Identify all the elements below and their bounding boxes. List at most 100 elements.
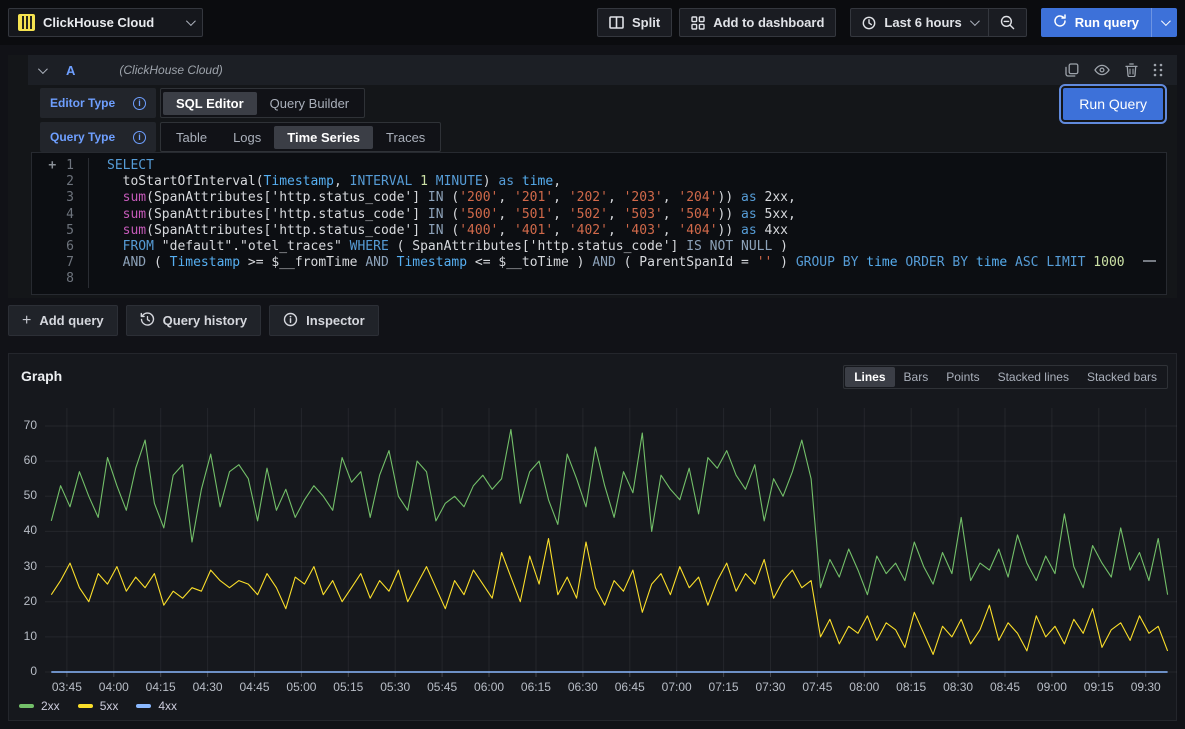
code-text [88,271,107,287]
sql-token: )) [718,207,741,222]
sql-token [514,174,522,189]
viz-mode-stacked-lines[interactable]: Stacked lines [989,367,1078,387]
line-number: 2 [32,174,88,190]
visualization-picker: LinesBarsPointsStacked linesStacked bars [843,365,1168,389]
info-icon[interactable]: i [133,97,146,110]
sync-icon [1053,14,1067,31]
sql-token: , [553,207,569,222]
sql-token: SELECT [107,158,154,173]
viz-mode-bars[interactable]: Bars [895,367,938,387]
sql-token: IN [428,207,444,222]
viz-mode-points[interactable]: Points [937,367,988,387]
expand-region-icon[interactable]: + [48,158,56,174]
sql-token: time [976,255,1007,270]
editor-type-option-query-builder[interactable]: Query Builder [257,92,362,115]
x-axis-label: 06:15 [514,680,558,694]
duplicate-query-button[interactable] [1065,63,1079,77]
sql-token: LIMIT [1046,255,1085,270]
legend-item-4xx[interactable]: 4xx [136,699,177,713]
query-type-label: Query Type i [40,122,156,152]
run-query-button[interactable]: Run query [1041,8,1151,37]
run-query-group: Run query [1041,8,1177,37]
sql-token: '400' [459,223,498,238]
query-history-button[interactable]: Query history [126,305,262,336]
code-line: 4 sum(SpanAttributes['http.status_code']… [32,207,1166,223]
sql-token: (SpanAttributes['http.status_code'] [146,223,428,238]
run-query-dropdown-button[interactable] [1151,8,1177,37]
y-axis-label: 40 [9,523,37,537]
query-type-option-time-series[interactable]: Time Series [274,126,373,149]
legend-item-2xx[interactable]: 2xx [19,699,60,713]
add-query-button[interactable]: +Add query [8,305,118,336]
viz-mode-stacked-bars[interactable]: Stacked bars [1078,367,1166,387]
code-text: FROM "default"."otel_traces" WHERE ( Spa… [88,239,788,255]
sql-token: AND [365,255,388,270]
zoom-out-button[interactable] [988,8,1027,37]
x-axis-label: 09:00 [1030,680,1074,694]
sql-editor[interactable]: +1SELECT2 toStartOfInterval(Timestamp, I… [31,152,1167,295]
sql-token: MINUTE [436,174,483,189]
inspector-button[interactable]: Inspector [269,305,379,336]
sql-token: >= $__fromTime [240,255,365,270]
split-icon [609,16,624,29]
query-type-option-traces[interactable]: Traces [373,126,438,149]
sql-token: ASC [1015,255,1038,270]
x-axis-label: 04:45 [233,680,277,694]
line-number: 8 [32,271,88,287]
legend-label: 4xx [158,699,177,713]
chevron-down-icon [1161,16,1171,26]
query-editor-panel: A (ClickHouse Cloud) Editor Type i SQL E… [8,55,1177,298]
sql-token: AND [592,255,615,270]
legend-item-5xx[interactable]: 5xx [78,699,119,713]
chevron-down-icon [186,16,196,26]
hide-query-button[interactable] [1094,63,1110,77]
add-to-dashboard-button[interactable]: Add to dashboard [679,8,836,37]
time-controls: Last 6 hours [850,8,1026,37]
sql-token: )) [718,190,741,205]
sql-token: time [866,255,897,270]
query-type-option-logs[interactable]: Logs [220,126,274,149]
sql-token [412,174,420,189]
sql-token: 4xx [757,223,788,238]
viz-mode-lines[interactable]: Lines [845,367,894,387]
x-axis-label: 04:30 [186,680,230,694]
sql-token [968,255,976,270]
panel-title: Graph [21,368,62,384]
sql-token: , [608,207,624,222]
y-axis-label: 70 [9,418,37,432]
sql-token: , [553,190,569,205]
time-series-chart[interactable] [45,400,1177,680]
sql-token: (SpanAttributes['http.status_code'] [146,207,428,222]
explore-page: ClickHouse Cloud Split Add to dashboard [0,0,1185,729]
drag-handle-icon[interactable] [1153,63,1163,77]
editor-type-option-sql-editor[interactable]: SQL Editor [163,92,257,115]
query-ref-id[interactable]: A [66,63,75,78]
sql-token: ORDER BY [905,255,968,270]
sql-token [1007,255,1015,270]
split-button[interactable]: Split [597,8,672,37]
time-picker-button[interactable]: Last 6 hours [850,8,987,37]
sql-token: , [663,190,679,205]
legend-swatch [136,704,151,708]
info-icon[interactable]: i [133,131,146,144]
line-number: 3 [32,190,88,206]
x-axis-label: 08:30 [936,680,980,694]
query-type-option-table[interactable]: Table [163,126,220,149]
run-query-panel-button[interactable]: Run Query [1063,88,1163,120]
sql-token: sum [123,190,146,205]
sql-token [107,207,123,222]
sql-token: '504' [678,207,717,222]
code-text: AND ( Timestamp >= $__fromTime AND Times… [88,255,1125,271]
collapse-query-button[interactable] [30,61,52,79]
x-axis-label: 04:00 [92,680,136,694]
remove-query-button[interactable] [1125,63,1138,77]
line-number: 7 [32,255,88,271]
query-row-header[interactable]: A (ClickHouse Cloud) [28,55,1177,85]
datasource-picker[interactable]: ClickHouse Cloud [8,8,203,37]
sql-token: 5xx, [757,207,796,222]
x-axis-label: 04:15 [139,680,183,694]
sql-token: (SpanAttributes['http.status_code'] [146,190,428,205]
legend-swatch [78,704,93,708]
x-axis-label: 06:30 [561,680,605,694]
x-axis-label: 07:15 [702,680,746,694]
